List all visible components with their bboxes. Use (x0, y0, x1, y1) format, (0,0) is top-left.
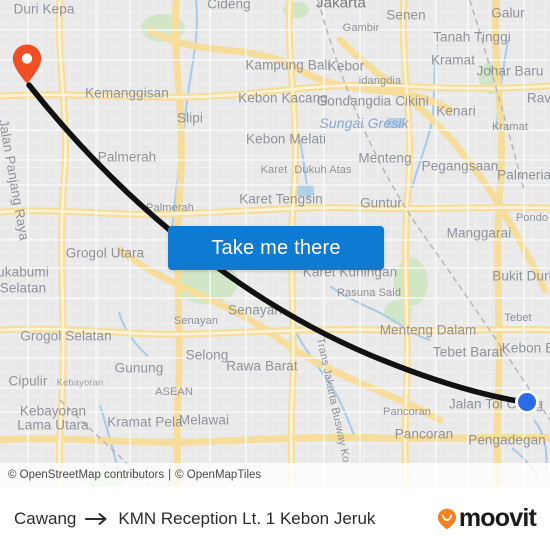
destination-dot[interactable] (515, 390, 539, 414)
origin-pin[interactable] (12, 43, 42, 85)
trip-footer: Cawang KMN Reception Lt. 1 Kebon Jeruk m… (0, 487, 550, 550)
take-me-there-button[interactable]: Take me there (168, 226, 384, 270)
map-container[interactable]: Duri Kepa Cideng Jakarta Senen Galur Gambir Ta… (0, 0, 550, 487)
moovit-pin-icon (437, 508, 457, 530)
attribution-tiles[interactable]: © OpenMapTiles (175, 469, 261, 481)
moovit-logo[interactable]: moovit (437, 504, 537, 533)
map-attribution: © OpenStreetMap contributors | © OpenMap… (0, 463, 550, 487)
attribution-osm[interactable]: © OpenStreetMap contributors (8, 469, 164, 481)
moovit-trip-share-card: Duri Kepa Cideng Jakarta Senen Galur Gambir Ta… (0, 0, 550, 550)
trip-summary: Cawang KMN Reception Lt. 1 Kebon Jeruk (14, 509, 429, 529)
arrow-right-icon (85, 512, 109, 526)
moovit-wordmark: moovit (458, 504, 537, 532)
trip-destination: KMN Reception Lt. 1 Kebon Jeruk (118, 508, 376, 528)
attribution-separator: | (168, 469, 172, 481)
trip-origin: Cawang (14, 508, 77, 528)
